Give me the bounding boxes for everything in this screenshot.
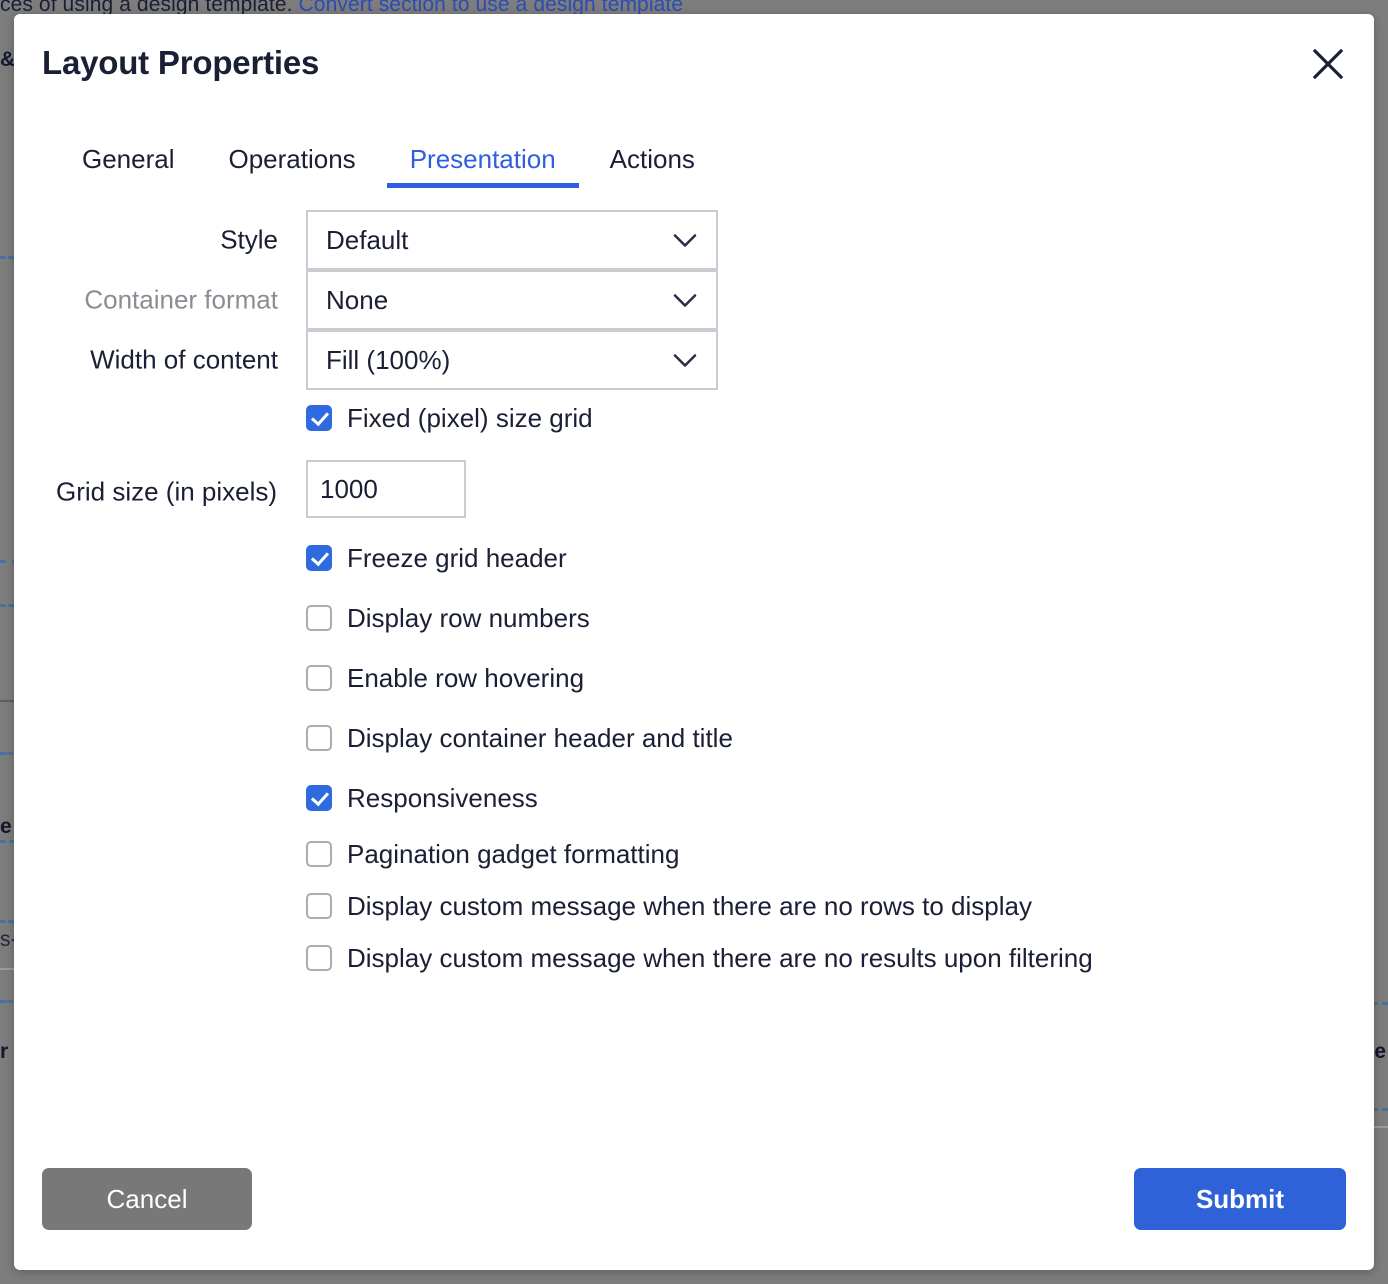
checkbox-icon[interactable] [306,893,332,919]
checkbox-label: Pagination gadget formatting [347,839,680,869]
checkbox-label: Display custom message when there are no… [347,891,1032,921]
background-text-fragment: e [1374,1040,1386,1063]
checkbox-fixed-pixel-size-grid[interactable]: Fixed (pixel) size grid [306,390,1106,450]
dialog-header: Layout Properties [14,14,1374,118]
checkbox-icon[interactable] [306,545,332,571]
checkbox-label: Display container header and title [347,723,733,753]
checkbox-freeze-grid-header[interactable]: Freeze grid header [306,530,1106,590]
checkbox-responsiveness[interactable]: Responsiveness [306,770,1106,830]
layout-properties-dialog: Layout Properties General Operations Pre… [14,14,1374,1270]
width-of-content-select-value: Fill (100%) [326,344,451,375]
checkbox-display-row-numbers[interactable]: Display row numbers [306,590,1106,650]
field-grid-size: Grid size (in pixels) [14,456,1374,528]
checkbox-pagination-gadget-formatting[interactable]: Pagination gadget formatting [306,830,1106,882]
checkbox-icon[interactable] [306,945,332,971]
checkbox-label: Enable row hovering [347,663,585,693]
checkbox-label: Responsiveness [347,783,538,813]
checkbox-enable-row-hovering[interactable]: Enable row hovering [306,650,1106,710]
container-format-select[interactable]: None [306,270,718,330]
container-format-select-value: None [326,284,389,315]
background-text-fragment: r [0,1040,9,1063]
checkbox-display-container-header-and-title[interactable]: Display container header and title [306,710,1106,770]
chevron-down-icon [672,345,698,376]
tab-operations[interactable]: Operations [202,144,383,188]
checkbox-icon[interactable] [306,841,332,867]
chevron-down-icon [672,225,698,256]
chevron-down-icon [672,285,698,316]
close-icon-glyph [1312,48,1344,80]
checkbox-label: Freeze grid header [347,543,567,573]
width-of-content-label: Width of content [90,344,278,375]
dialog-title: Layout Properties [42,44,320,81]
checkbox-icon[interactable] [306,665,332,691]
checkbox-icon[interactable] [306,405,332,431]
submit-button[interactable]: Submit [1134,1168,1346,1230]
style-select-value: Default [326,224,409,255]
checkbox-label: Display custom message when there are no… [347,943,1093,973]
checkbox-label: Fixed (pixel) size grid [347,403,593,433]
tab-presentation[interactable]: Presentation [383,144,583,188]
style-label: Style [220,224,278,255]
field-width-of-content: Width of content Fill (100%) [90,330,718,390]
style-select[interactable]: Default [306,210,718,270]
checkbox-display-custom-message-no-results-filtering[interactable]: Display custom message when there are no… [306,934,1106,986]
checkbox-icon[interactable] [306,785,332,811]
background-guide-line [0,604,14,607]
grid-size-label: Grid size (in pixels) [56,476,278,507]
dialog-tabs: General Operations Presentation Actions [54,144,722,188]
field-container-format: Container format None [84,270,718,330]
checkbox-icon[interactable] [306,605,332,631]
cancel-button[interactable]: Cancel [42,1168,252,1230]
checkbox-icon[interactable] [306,725,332,751]
presentation-form: Style Default Container format None Widt… [14,210,1374,986]
grid-size-input[interactable] [306,460,466,518]
close-icon[interactable] [1304,40,1352,88]
tab-general[interactable]: General [54,144,202,188]
background-text-fragment: e [0,815,12,838]
tab-actions[interactable]: Actions [583,144,722,188]
checkbox-display-custom-message-no-rows[interactable]: Display custom message when there are no… [306,882,1106,934]
field-style: Style Default [220,210,718,270]
background-text-fragment: & [0,48,16,71]
checkbox-label: Display row numbers [347,603,590,633]
container-format-label: Container format [84,284,278,315]
width-of-content-select[interactable]: Fill (100%) [306,330,718,390]
dialog-footer: Cancel Submit [14,1130,1374,1270]
select-group: Style Default Container format None Widt… [84,210,718,390]
